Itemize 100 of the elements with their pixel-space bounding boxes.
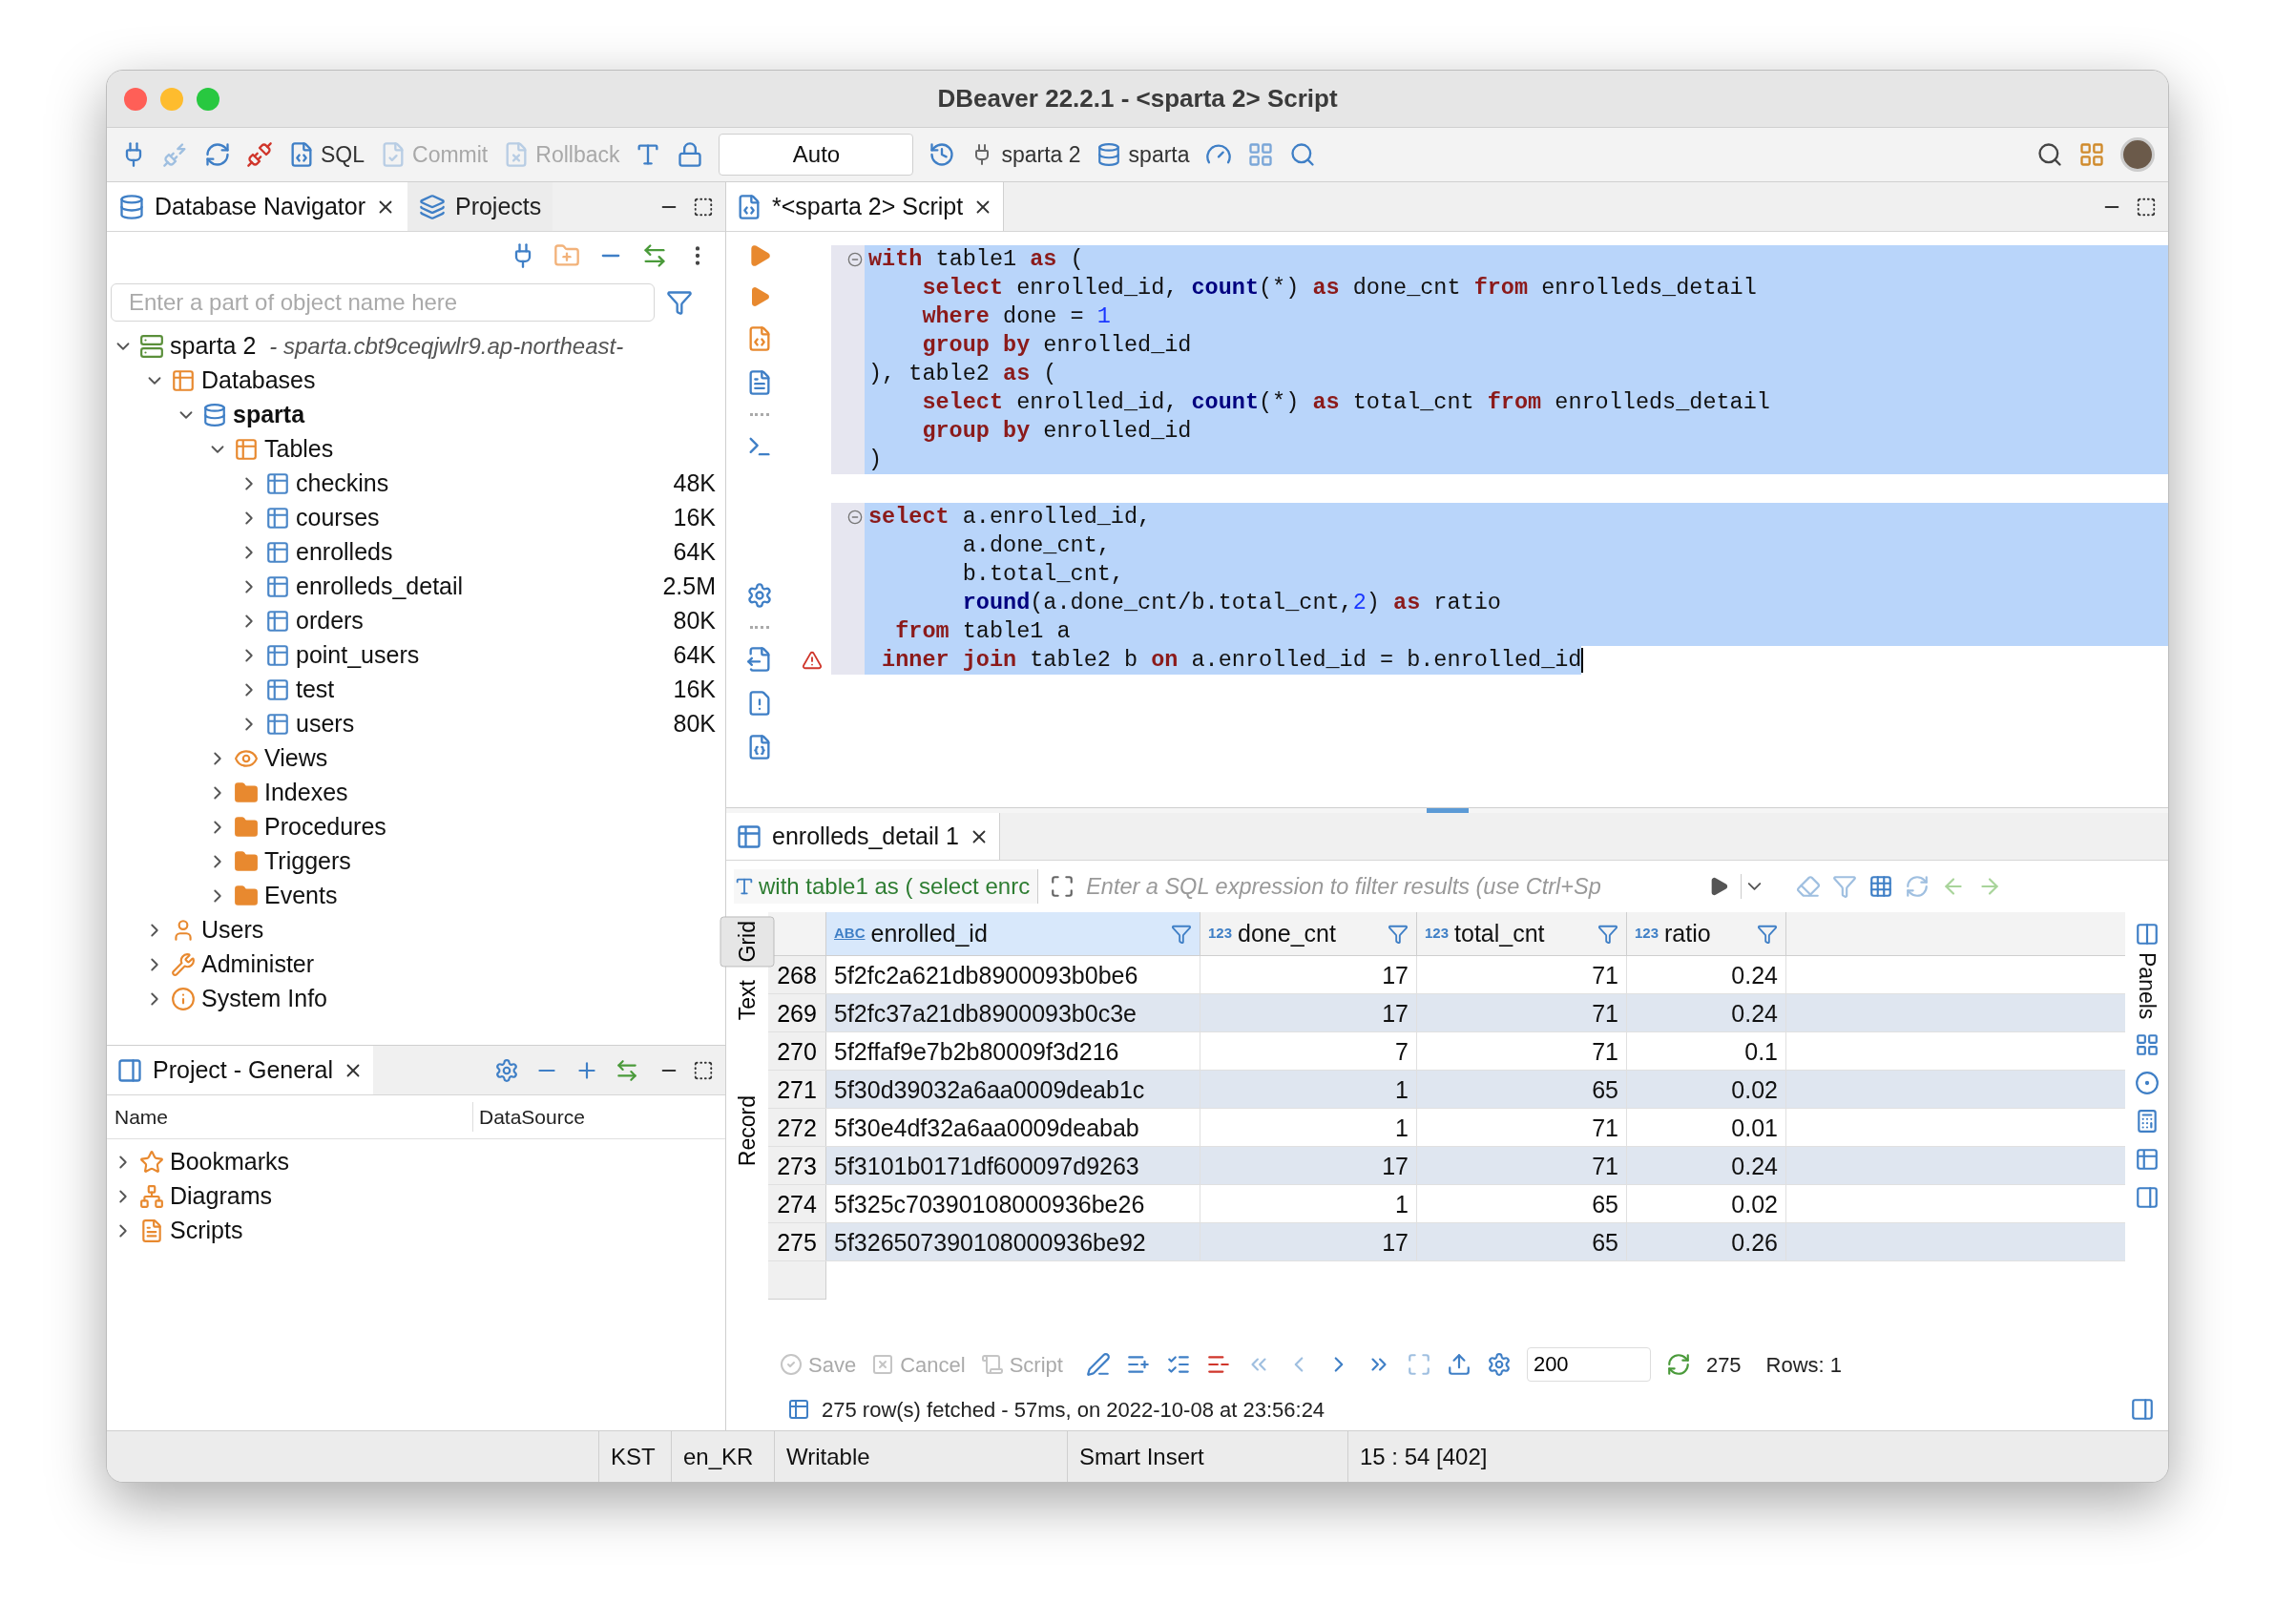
tree-item[interactable]: enrolleds_detail [296, 569, 464, 605]
table-cell: 71 [1417, 1147, 1627, 1184]
close-button[interactable] [124, 87, 147, 111]
tree-item[interactable]: Databases [201, 363, 316, 399]
panel-tab[interactable]: Database Navigator [107, 182, 407, 231]
tree-item[interactable]: Diagrams [170, 1178, 272, 1215]
table-cell: 17 [1200, 994, 1417, 1031]
column-header[interactable]: ABC enrolled_id [826, 912, 1200, 955]
schema-selector[interactable]: sparta [1096, 137, 1190, 172]
maximize-button[interactable] [2136, 196, 2157, 218]
grid-icon[interactable] [2134, 1147, 2160, 1173]
text-cursor [1581, 648, 1584, 673]
panels-tab[interactable]: Panels [2130, 922, 2163, 1020]
tree-item[interactable]: sparta 2 [170, 328, 257, 364]
layers-icon [418, 193, 446, 220]
panel-icon[interactable] [2134, 1185, 2160, 1211]
perspective-icon[interactable] [2078, 141, 2105, 168]
tree-item[interactable]: Users [201, 912, 264, 948]
table-cell: 0.1 [1627, 1032, 1786, 1070]
tree-item[interactable]: courses [296, 500, 380, 536]
table-cell: 71 [1417, 1109, 1627, 1146]
reconnect-icon[interactable] [204, 141, 231, 168]
folder-icon [234, 815, 259, 840]
panel-tab[interactable]: Projects [407, 182, 553, 231]
window-title: DBeaver 22.2.1 - <sparta 2> Script [936, 83, 1339, 115]
maximize-button[interactable] [693, 196, 714, 218]
maximize-button[interactable] [693, 1059, 714, 1081]
grid-settings-icon[interactable] [1868, 874, 1894, 899]
layout-icon[interactable] [1246, 141, 1274, 168]
export-icon[interactable] [746, 646, 773, 673]
expand-icon[interactable] [1050, 874, 1075, 899]
avatar-icon[interactable] [2120, 137, 2155, 172]
empty-row-header [768, 1261, 826, 1300]
table-icon [736, 822, 762, 850]
aggregate-icon[interactable] [2134, 1071, 2160, 1096]
fold-icon[interactable] [847, 510, 863, 525]
link-icon[interactable] [615, 1057, 639, 1083]
column-header[interactable]: 123 ratio [1627, 912, 1786, 955]
editor-tab[interactable]: *<sparta 2> Script [726, 182, 1005, 231]
sort-filter-icon[interactable] [1171, 923, 1192, 945]
edit-icon[interactable] [1085, 1352, 1111, 1377]
tree-item[interactable]: sparta [233, 397, 305, 433]
column-header[interactable]: 123 done_cnt [1200, 912, 1417, 955]
refresh-icon[interactable] [1665, 1352, 1691, 1377]
tree-item[interactable]: Tables [264, 431, 334, 468]
transaction-mode-button[interactable]: Auto [719, 134, 914, 176]
export-icon[interactable] [1446, 1352, 1471, 1377]
tree-item[interactable]: Views [264, 740, 328, 777]
settings-icon[interactable] [746, 582, 773, 609]
table-cell: 5f3101b0171df600097d9263 [826, 1147, 1200, 1184]
tree-item[interactable]: users [296, 706, 355, 742]
panel-toggle-icon[interactable] [2130, 1397, 2155, 1422]
table-cell: 5f30e4df32a6aa0009deabab [826, 1109, 1200, 1146]
row-number: 274 [768, 1185, 826, 1222]
splitter-handle[interactable] [1426, 808, 1469, 813]
sql-button[interactable]: SQL [288, 137, 365, 172]
search-icon[interactable] [2036, 141, 2063, 168]
tree-item[interactable]: checkins [296, 466, 389, 502]
tree-item[interactable]: point_users [296, 637, 420, 674]
column-header[interactable]: 123 total_cnt [1417, 912, 1627, 955]
search-icon[interactable] [1288, 141, 1316, 168]
query-chip[interactable]: with table1 as ( select enrc [734, 869, 1039, 904]
table-cell: 65 [1417, 1071, 1627, 1108]
row-number: 268 [768, 956, 826, 993]
tree-item[interactable]: enrolleds [296, 534, 393, 571]
tree-item[interactable]: Bookmarks [170, 1144, 290, 1180]
search-field[interactable]: Enter a part of object name here [111, 283, 655, 322]
tree-item[interactable]: Events [264, 878, 338, 914]
tree-item[interactable]: orders [296, 603, 364, 639]
fetch-size-field[interactable]: 200 [1526, 1347, 1651, 1382]
lock-icon[interactable] [677, 141, 704, 168]
tree-item[interactable]: System Info [201, 981, 327, 1017]
results-tab[interactable]: enrolleds_detail 1 [726, 813, 1000, 860]
tree-item[interactable]: Administer [201, 947, 315, 983]
sort-filter-icon[interactable] [1388, 923, 1409, 945]
table-cell: 1 [1200, 1185, 1417, 1222]
tree-item[interactable]: Scripts [170, 1213, 243, 1249]
connection-selector[interactable]: sparta 2 [971, 137, 1081, 172]
history-icon[interactable] [929, 141, 956, 168]
table-cell: 5f2fc37a21db8900093b0c3e [826, 994, 1200, 1031]
tree-item[interactable]: Procedures [264, 809, 386, 845]
settings-icon[interactable] [1486, 1352, 1512, 1377]
tree-item[interactable]: test [296, 672, 335, 708]
tree-item[interactable]: Indexes [264, 775, 348, 811]
tree-item[interactable]: Triggers [264, 843, 351, 880]
view-tab[interactable]: Grid [720, 916, 775, 968]
table-size: 64K [673, 537, 716, 568]
panel-tab[interactable]: Project - General [107, 1046, 373, 1094]
table-cell: 71 [1417, 956, 1627, 993]
table-cell: 1 [1200, 1109, 1417, 1146]
unplug-icon[interactable] [246, 141, 273, 168]
settings-icon[interactable] [494, 1057, 519, 1083]
layout-icon[interactable] [2134, 1032, 2160, 1058]
table-icon [265, 609, 290, 634]
fold-icon[interactable] [847, 252, 863, 267]
table-size: 80K [673, 709, 716, 739]
table-size: 48K [673, 468, 716, 499]
sort-filter-icon[interactable] [1757, 923, 1778, 945]
sort-filter-icon[interactable] [1597, 923, 1618, 945]
filter-icon[interactable] [666, 289, 693, 316]
